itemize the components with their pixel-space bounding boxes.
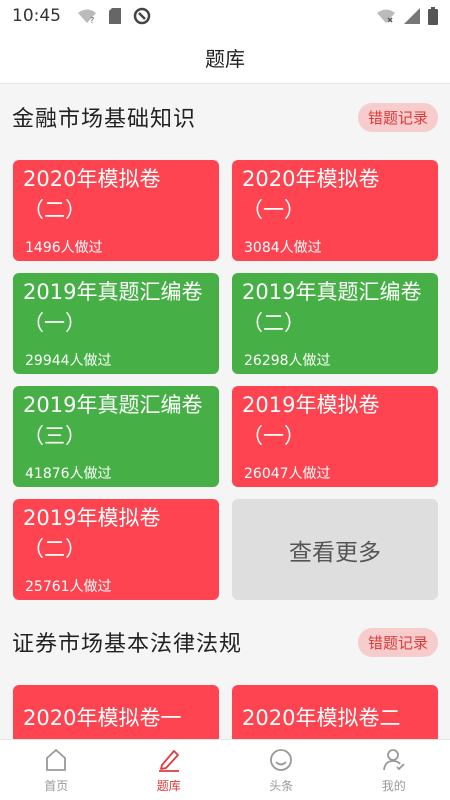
exam-card-title: 2020年模拟卷二	[242, 706, 401, 730]
exam-card[interactable]: 2019年模拟卷 （一） 26047人做过	[232, 386, 438, 487]
exam-card-title: 2020年模拟卷一	[23, 706, 182, 730]
nav-label: 头条	[269, 778, 294, 793]
section-securities-law: 证券市场基本法律法规 错题记录 2020年模拟卷一 2020年模拟卷二	[0, 610, 450, 739]
section-title: 金融市场基础知识	[12, 107, 197, 132]
exam-card-title: 2019年模拟卷	[242, 393, 380, 417]
exam-card[interactable]: 2020年模拟卷二	[232, 685, 438, 739]
battery-icon	[428, 7, 438, 25]
nav-label: 题库	[156, 778, 181, 793]
exam-card-title: 2019年真题汇编卷	[23, 393, 203, 417]
exam-card-subtitle: （一）	[23, 311, 86, 335]
wrong-answers-button[interactable]: 错题记录	[357, 102, 438, 132]
exam-card-count: 3084人做过	[244, 240, 322, 256]
exam-card-title: 2020年模拟卷	[242, 167, 380, 191]
exam-card[interactable]: 2019年真题汇编卷 （一） 29944人做过	[13, 273, 219, 374]
wifi-icon	[377, 9, 395, 23]
section-financial-market: 金融市场基础知识 错题记录 2020年模拟卷 （二） 1496人做过 2020年…	[0, 85, 450, 600]
exam-card-title: 2019年真题汇编卷	[23, 280, 203, 304]
exam-card-count: 29944人做过	[25, 353, 112, 369]
home-icon	[46, 748, 67, 771]
view-more-label: 查看更多	[289, 539, 381, 566]
status-bar: 10:45 ?	[0, 0, 450, 32]
view-more-button[interactable]: 查看更多	[232, 499, 438, 600]
exam-card-count: 1496人做过	[25, 240, 103, 256]
exam-card-title: 2020年模拟卷	[23, 167, 161, 191]
section-title: 证券市场基本法律法规	[12, 632, 243, 657]
question-bank-content[interactable]: 金融市场基础知识 错题记录 2020年模拟卷 （二） 1496人做过 2020年…	[0, 85, 450, 739]
status-time: 10:45	[12, 6, 61, 26]
exam-card[interactable]: 2019年模拟卷 （二） 25761人做过	[13, 499, 219, 600]
svg-text:?: ?	[90, 16, 94, 24]
sd-card-icon	[109, 8, 121, 24]
page-title: 题库	[205, 47, 245, 71]
exam-card-count: 26298人做过	[244, 353, 331, 369]
bottom-nav: 首页 题库 头条 我的	[0, 739, 450, 800]
blocked-icon	[133, 7, 151, 25]
exam-card-count: 25761人做过	[25, 579, 112, 595]
exam-card-count: 41876人做过	[25, 466, 112, 482]
exam-card-subtitle: （二）	[23, 198, 86, 222]
exam-card-title: 2019年真题汇编卷	[242, 280, 422, 304]
exam-card[interactable]: 2020年模拟卷一	[13, 685, 219, 739]
nav-profile[interactable]: 我的	[354, 747, 434, 794]
user-icon	[382, 748, 405, 770]
nav-label: 我的	[381, 778, 406, 793]
exam-card-title: 2019年模拟卷	[23, 506, 161, 530]
exam-card-subtitle: （二）	[242, 311, 305, 335]
pencil-icon	[158, 749, 179, 772]
wrong-answers-button[interactable]: 错题记录	[357, 627, 438, 657]
wifi-question-icon: ?	[78, 9, 96, 24]
exam-card[interactable]: 2020年模拟卷 （一） 3084人做过	[232, 160, 438, 261]
signal-icon	[404, 8, 420, 24]
header-bar: 题库	[0, 32, 450, 84]
nav-home[interactable]: 首页	[16, 747, 96, 794]
exam-card[interactable]: 2019年真题汇编卷 （三） 41876人做过	[13, 386, 219, 487]
exam-card[interactable]: 2020年模拟卷 （二） 1496人做过	[13, 160, 219, 261]
exam-card-subtitle: （二）	[23, 537, 86, 561]
exam-card-subtitle: （三）	[23, 424, 86, 448]
exam-card-subtitle: （一）	[242, 198, 305, 222]
nav-label: 首页	[44, 778, 69, 793]
nav-question-bank[interactable]: 题库	[129, 747, 209, 794]
exam-card[interactable]: 2019年真题汇编卷 （二） 26298人做过	[232, 273, 438, 374]
nav-headlines[interactable]: 头条	[241, 747, 321, 794]
smile-icon	[270, 748, 293, 771]
exam-card-subtitle: （一）	[242, 424, 305, 448]
exam-card-count: 26047人做过	[244, 466, 331, 482]
